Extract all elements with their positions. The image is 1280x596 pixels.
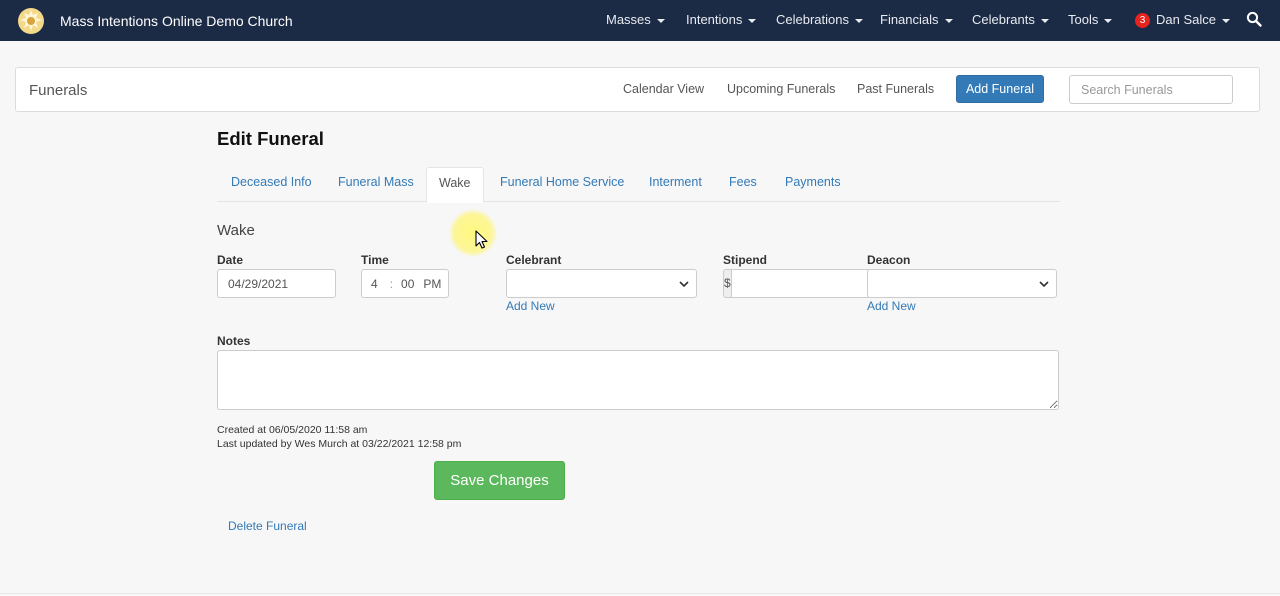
notes-textarea[interactable]	[217, 350, 1059, 410]
nav-menu-label: Masses	[606, 12, 651, 27]
time-minute[interactable]: 00	[401, 277, 414, 291]
tab-interment[interactable]: Interment	[649, 167, 702, 202]
caret-down-icon	[944, 18, 953, 23]
nav-menu-celebrations[interactable]: Celebrations	[776, 0, 863, 41]
page-bottom-divider	[0, 593, 1280, 594]
nav-menu-financials[interactable]: Financials	[880, 0, 953, 41]
mouse-cursor-icon	[475, 230, 488, 249]
edit-funeral-tabs: Deceased Info Funeral Mass Wake Funeral …	[217, 167, 1060, 203]
stipend-input-group: $	[723, 269, 900, 298]
nav-menu-intentions[interactable]: Intentions	[686, 0, 757, 41]
time-label: Time	[361, 253, 389, 267]
caret-down-icon	[748, 18, 757, 23]
time-picker[interactable]: 4 : 00 PM	[361, 269, 449, 298]
deacon-add-new-link[interactable]: Add New	[867, 299, 916, 313]
celebrant-label: Celebrant	[506, 253, 562, 267]
celebrant-select[interactable]	[506, 269, 697, 298]
top-navbar: Mass Intentions Online Demo Church Masse…	[0, 0, 1280, 41]
caret-down-icon	[855, 18, 863, 23]
wake-section-title: Wake	[217, 222, 255, 239]
church-logo-icon	[16, 6, 46, 36]
tab-fees[interactable]: Fees	[729, 167, 757, 202]
calendar-view-link[interactable]: Calendar View	[623, 82, 704, 96]
delete-funeral-link[interactable]: Delete Funeral	[228, 519, 307, 533]
celebrant-add-new-link[interactable]: Add New	[506, 299, 555, 313]
funerals-subheader: Funerals Calendar View Upcoming Funerals…	[15, 67, 1260, 112]
add-funeral-button[interactable]: Add Funeral	[956, 75, 1044, 103]
nav-menu-label: Celebrations	[776, 12, 849, 27]
caret-down-icon	[656, 18, 665, 23]
tab-funeral-mass[interactable]: Funeral Mass	[338, 167, 414, 202]
nav-menu-tools[interactable]: Tools	[1068, 0, 1113, 41]
search-icon[interactable]	[1246, 11, 1262, 27]
last-updated-text: Last updated by Wes Murch at 03/22/2021 …	[217, 438, 462, 450]
created-at-text: Created at 06/05/2020 11:58 am	[217, 424, 368, 436]
nav-menu-user[interactable]: 3 Dan Salce	[1135, 0, 1230, 41]
deacon-select[interactable]	[867, 269, 1057, 298]
date-label: Date	[217, 253, 244, 267]
brand[interactable]: Mass Intentions Online Demo Church	[16, 0, 293, 41]
date-input[interactable]	[217, 269, 336, 298]
caret-down-icon	[1221, 18, 1230, 23]
time-ampm[interactable]: PM	[423, 277, 441, 291]
chevron-down-icon	[679, 280, 689, 287]
tab-payments[interactable]: Payments	[785, 167, 841, 202]
nav-menu-celebrants[interactable]: Celebrants	[972, 0, 1049, 41]
deacon-label: Deacon	[867, 253, 911, 267]
save-changes-button[interactable]: Save Changes	[434, 461, 565, 500]
nav-menu-label: Tools	[1068, 12, 1099, 27]
chevron-down-icon	[1039, 280, 1049, 287]
notes-label: Notes	[217, 334, 251, 348]
time-hour[interactable]: 4	[371, 277, 378, 291]
caret-down-icon	[1040, 18, 1049, 23]
page-title: Edit Funeral	[217, 128, 324, 149]
notification-badge: 3	[1135, 13, 1150, 28]
currency-prefix: $	[723, 269, 731, 298]
tab-deceased-info[interactable]: Deceased Info	[231, 167, 312, 202]
stipend-label: Stipend	[723, 253, 767, 267]
nav-menu-label: Intentions	[686, 12, 743, 27]
tab-wake[interactable]: Wake	[426, 167, 484, 203]
upcoming-funerals-link[interactable]: Upcoming Funerals	[727, 82, 835, 96]
user-name: Dan Salce	[1156, 12, 1216, 27]
cursor-highlight	[449, 209, 497, 257]
section-heading: Funerals	[29, 82, 88, 99]
nav-menu-label: Financials	[880, 12, 939, 27]
nav-menu-masses[interactable]: Masses	[606, 0, 665, 41]
brand-title: Mass Intentions Online Demo Church	[60, 12, 293, 29]
nav-menu-label: Celebrants	[972, 12, 1035, 27]
time-separator: :	[389, 276, 394, 291]
search-funerals-input[interactable]	[1069, 75, 1233, 104]
caret-down-icon	[1104, 18, 1113, 23]
tab-funeral-home-service[interactable]: Funeral Home Service	[500, 167, 624, 202]
past-funerals-link[interactable]: Past Funerals	[857, 82, 934, 96]
